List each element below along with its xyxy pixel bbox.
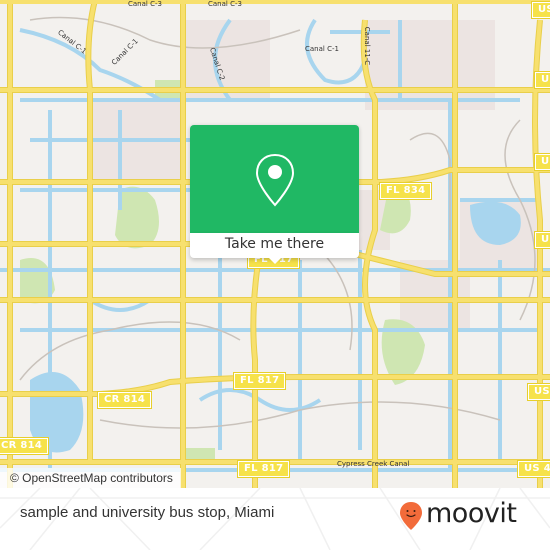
road-shield-us: US [534,231,550,249]
moovit-wordmark: moovit [426,498,517,529]
popup-tail [268,257,282,264]
road-shield-fl-834: FL 834 [378,182,433,200]
map-pin-icon [255,153,295,207]
map[interactable]: Canal C-3 Canal C-3 Canal C-1 Canal C-1 … [0,0,550,488]
road-shield-us-44: US 44 [516,460,550,478]
canal-label: Canal 11-C [363,26,372,66]
canal-label: Canal C-1 [305,45,339,53]
map-attribution[interactable]: © OpenStreetMap contributors [0,468,181,488]
stop-title: sample and university bus stop, Miami [20,504,275,521]
road-shield-us: US [534,71,550,89]
road-shield-cr-814: CR 814 [0,437,50,455]
canal-label: Canal C-3 [128,0,162,8]
take-me-there-button[interactable]: Take me there [190,233,359,258]
road-shield-us: US [531,1,550,19]
road-shield-us: US [527,383,550,401]
moovit-pin-icon [400,502,422,530]
footer: sample and university bus stop, Miami mo… [0,488,550,550]
location-popup [190,125,359,233]
road-shield-fl-817: FL 817 [232,372,287,390]
road-shield-us: US [534,153,550,171]
road-shield-cr-814: CR 814 [96,391,153,409]
road-shield-fl-817: FL 817 [236,460,291,478]
canal-label: Cypress Creek Canal [337,460,410,468]
canal-label: Canal C-3 [208,0,242,8]
